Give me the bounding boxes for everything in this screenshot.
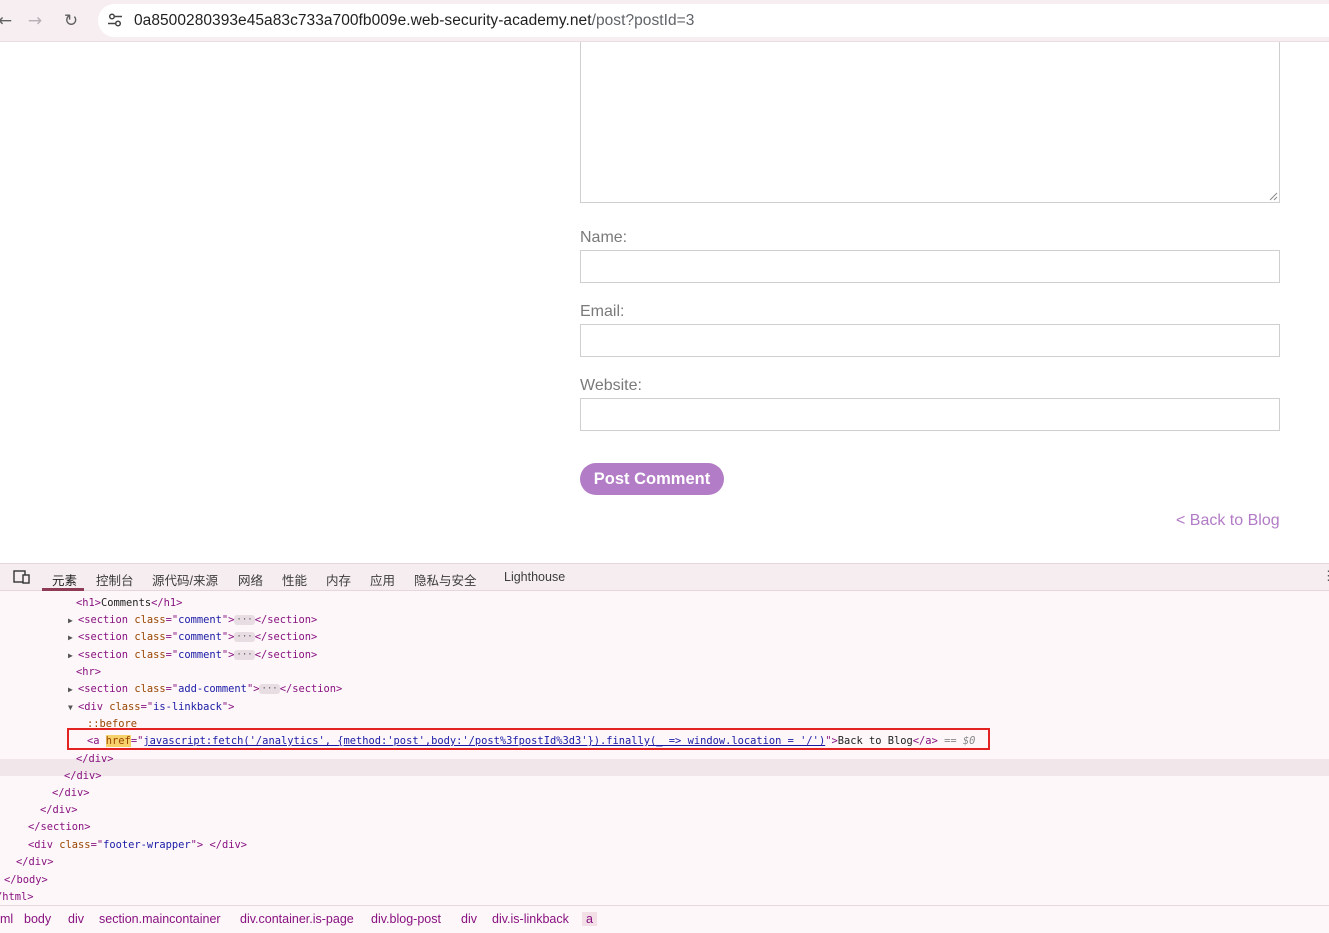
dom-node-close-div[interactable]: </div>: [16, 854, 54, 871]
tab-console[interactable]: 控制台: [96, 570, 134, 589]
reload-icon: ↻: [63, 11, 79, 31]
back-to-blog-link[interactable]: < Back to Blog: [1176, 512, 1280, 530]
forward-button[interactable]: →: [22, 8, 48, 34]
expand-arrow-icon[interactable]: ▶: [68, 647, 78, 664]
breadcrumb-item[interactable]: div.container.is-page: [240, 912, 354, 926]
collapse-arrow-icon[interactable]: ▼: [68, 699, 78, 716]
post-comment-button[interactable]: Post Comment: [580, 463, 724, 495]
tab-privacy-security[interactable]: 隐私与安全: [414, 570, 477, 589]
devtools-tabbar: 元素 控制台 源代码/来源 网络 性能 内存 应用 隐私与安全 Lighthou…: [0, 564, 1329, 591]
reload-button[interactable]: ↻: [58, 8, 84, 34]
email-label: Email:: [580, 303, 625, 320]
annotation-red-box: [67, 728, 990, 750]
expand-arrow-icon[interactable]: ▶: [68, 612, 78, 629]
dom-node-close-body[interactable]: </body>: [4, 872, 48, 889]
breadcrumb-item[interactable]: div: [68, 912, 84, 926]
dom-node-section-comment[interactable]: ▶ <section class="comment"> ··· </section>: [68, 612, 317, 629]
dom-node-close-div[interactable]: </div>: [64, 768, 102, 785]
blog-post-page: Name: Email: Website: Post Comment < Bac…: [0, 42, 1329, 563]
dom-node-section-comment[interactable]: ▶ <section class="comment"> ··· </section>: [68, 629, 317, 646]
resize-grip-icon[interactable]: [1269, 192, 1278, 201]
email-field[interactable]: [580, 324, 1280, 357]
ellipsis-icon[interactable]: ···: [234, 650, 255, 660]
ellipsis-icon[interactable]: ···: [234, 615, 255, 625]
device-toolbar-icon[interactable]: [13, 570, 30, 584]
expand-arrow-icon[interactable]: ▶: [68, 681, 78, 698]
selected-node-highlight: [0, 759, 1329, 776]
arrow-right-icon: →: [27, 11, 43, 31]
breadcrumb-item[interactable]: div.is-linkback: [492, 912, 569, 926]
tab-application[interactable]: 应用: [370, 570, 395, 589]
ellipsis-icon[interactable]: ···: [259, 684, 280, 694]
devtools-settings-icon[interactable]: ⋮: [1322, 568, 1329, 584]
dom-node-close-div[interactable]: </div>: [52, 785, 90, 802]
website-field[interactable]: [580, 398, 1280, 431]
url-path: /post?postId=3: [591, 12, 695, 29]
tune-icon[interactable]: [106, 11, 124, 29]
name-field[interactable]: [580, 250, 1280, 283]
breadcrumb-item[interactable]: div.blog-post: [371, 912, 441, 926]
breadcrumb: ml body div section.maincontainer div.co…: [0, 905, 1329, 931]
breadcrumb-item[interactable]: section.maincontainer: [99, 912, 221, 926]
tab-performance[interactable]: 性能: [282, 570, 307, 589]
dom-node-close-div[interactable]: </div>: [40, 802, 78, 819]
dom-node-div-linkback[interactable]: ▼ <div class="is-linkback">: [68, 699, 234, 716]
tab-sources[interactable]: 源代码/来源: [152, 570, 218, 589]
breadcrumb-item[interactable]: ml: [0, 912, 13, 926]
ellipsis-icon[interactable]: ···: [234, 632, 255, 642]
browser-toolbar: ← → ↻ 0a8500280393e45a83c733a700fb009e.w…: [0, 0, 1329, 42]
active-tab-indicator: [42, 588, 84, 591]
tab-network[interactable]: 网络: [238, 570, 263, 589]
tab-lighthouse[interactable]: Lighthouse: [504, 570, 565, 584]
dom-node-hr[interactable]: <hr>: [76, 664, 101, 681]
url-text[interactable]: 0a8500280393e45a83c733a700fb009e.web-sec…: [134, 12, 694, 30]
back-button[interactable]: ←: [0, 8, 18, 34]
tab-elements[interactable]: 元素: [52, 570, 77, 589]
dom-node-div-footer[interactable]: <div class="footer-wrapper"> </div>: [28, 837, 247, 854]
website-label: Website:: [580, 377, 642, 394]
devtools-panel: 元素 控制台 源代码/来源 网络 性能 内存 应用 隐私与安全 Lighthou…: [0, 563, 1329, 933]
dom-node-section-add-comment[interactable]: ▶ <section class="add-comment"> ··· </secti…: [68, 681, 342, 698]
dom-node-close-section[interactable]: </section>: [28, 819, 91, 836]
dom-node-h1[interactable]: <h1>Comments</h1>: [76, 595, 182, 612]
breadcrumb-item-active[interactable]: a: [582, 912, 597, 926]
address-bar[interactable]: 0a8500280393e45a83c733a700fb009e.web-sec…: [98, 4, 1329, 37]
dom-node-close-html[interactable]: /html>: [0, 889, 34, 906]
dom-node-section-comment[interactable]: ▶ <section class="comment"> ··· </section>: [68, 647, 317, 664]
breadcrumb-item[interactable]: body: [24, 912, 51, 926]
arrow-left-icon: ←: [0, 11, 13, 31]
breadcrumb-item[interactable]: div: [461, 912, 477, 926]
expand-arrow-icon[interactable]: ▶: [68, 629, 78, 646]
tab-memory[interactable]: 内存: [326, 570, 351, 589]
name-label: Name:: [580, 229, 628, 246]
comment-textarea[interactable]: [580, 42, 1280, 203]
url-host: 0a8500280393e45a83c733a700fb009e.web-sec…: [134, 12, 592, 29]
dom-node-close-div[interactable]: </div>: [76, 751, 114, 768]
